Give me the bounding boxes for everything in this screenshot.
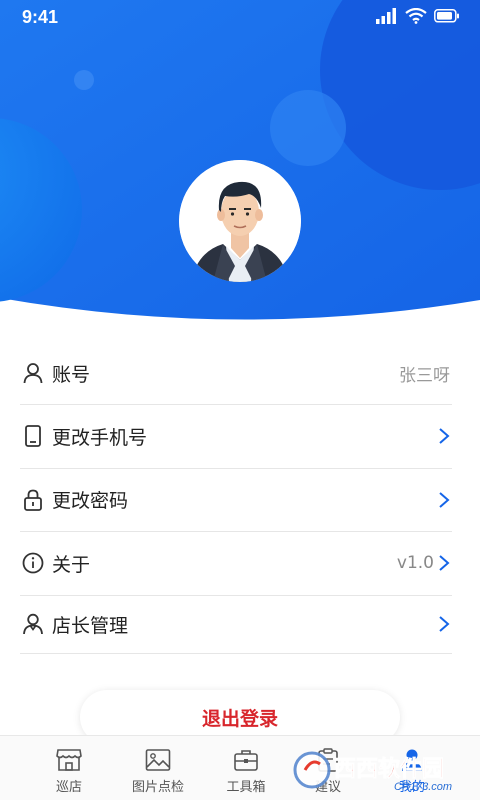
menu-item-account[interactable]: 账号 张三呀 xyxy=(20,342,452,405)
lock-icon xyxy=(22,489,44,511)
status-bar: 9:41 xyxy=(0,0,480,36)
chevron-right-icon xyxy=(439,555,450,572)
menu-item-label: 店长管理 xyxy=(52,614,129,637)
battery-icon xyxy=(434,9,459,23)
tab-image-check[interactable]: 图片点检 xyxy=(110,736,206,800)
menu-item-change-phone[interactable]: 更改手机号 xyxy=(20,405,452,469)
menu-item-label: 关于 xyxy=(52,553,91,576)
watermark: 西西软件园 CR173.com xyxy=(290,740,480,800)
menu-item-change-password[interactable]: 更改密码 xyxy=(20,469,452,532)
chevron-right-icon xyxy=(439,491,450,508)
signal-icon xyxy=(376,8,396,24)
profile-header: 9:41 xyxy=(0,0,480,330)
menu-item-manager[interactable]: 店长管理 xyxy=(20,596,452,654)
status-time: 9:41 xyxy=(22,7,59,27)
toolbox-icon xyxy=(234,750,258,771)
chevron-right-icon xyxy=(439,428,450,445)
menu-item-about[interactable]: 关于 v1.0 xyxy=(20,532,452,596)
menu-item-label: 账号 xyxy=(52,363,91,386)
phone-icon xyxy=(22,425,44,448)
manager-icon xyxy=(22,613,44,635)
version-value: v1.0 xyxy=(396,553,434,574)
settings-menu: 账号 张三呀 更改手机号 更改密码 关于 v1.0 店长管理 xyxy=(20,342,452,654)
tab-label: 巡店 xyxy=(55,780,82,795)
tab-patrol[interactable]: 巡店 xyxy=(21,736,117,800)
wifi-icon xyxy=(405,8,427,24)
store-icon xyxy=(56,749,82,771)
avatar[interactable] xyxy=(179,160,301,282)
info-icon xyxy=(22,552,44,574)
account-value: 张三呀 xyxy=(399,365,450,386)
chevron-right-icon xyxy=(439,616,450,632)
menu-item-label: 更改手机号 xyxy=(52,426,148,449)
watermark-subtitle: CR173.com xyxy=(394,781,452,793)
tab-label: 图片点检 xyxy=(131,780,184,795)
image-icon xyxy=(145,749,171,771)
menu-item-label: 更改密码 xyxy=(52,490,129,513)
tab-label: 工具箱 xyxy=(226,780,266,795)
avatar-illustration xyxy=(179,160,301,282)
watermark-title: 西西软件园 xyxy=(334,756,444,782)
user-icon xyxy=(22,362,44,384)
